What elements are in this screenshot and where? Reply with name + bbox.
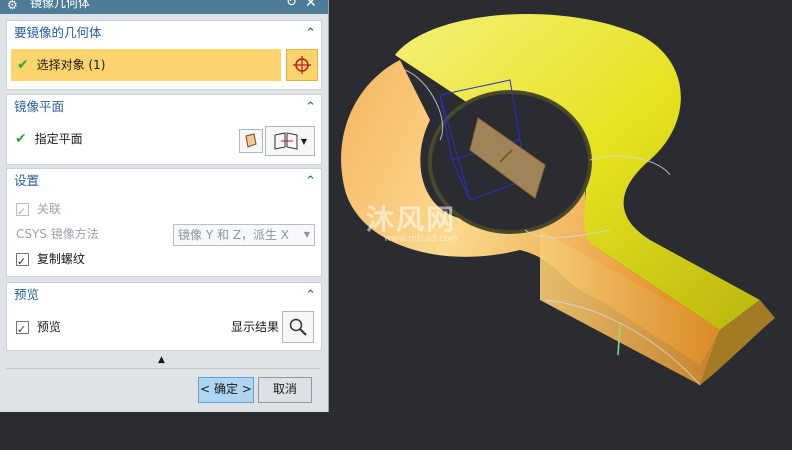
section-plane-header[interactable]: 镜像平面 ⌃ [7,95,321,119]
collapse-arrow-icon[interactable]: ▲ [158,355,165,365]
section-plane-title: 镜像平面 [14,99,65,114]
gear-icon[interactable]: ⚙ [7,0,18,11]
dialog-title: 镜像几何体 [30,0,91,10]
footer-divider [6,368,320,369]
chevron-up-icon[interactable]: ⌃ [305,96,316,120]
section-geometry: 要镜像的几何体 ⌃ ✔ 选择对象 (1) [6,20,322,90]
section-settings: 设置 ⌃ 关联 CSYS 镜像方法 镜像 Y 和 Z，派生 X ▼ 复制螺纹 [6,168,322,277]
ok-button[interactable]: < 确定 > [198,377,254,403]
section-geometry-header[interactable]: 要镜像的几何体 ⌃ [7,21,321,45]
close-icon[interactable]: ✕ [305,0,317,10]
section-settings-title: 设置 [14,173,40,188]
associative-checkbox[interactable] [16,200,29,224]
magnifier-icon[interactable] [282,311,314,343]
select-object-row[interactable]: ✔ 选择对象 (1) [11,49,281,81]
show-result-label: 显示结果 [231,320,280,334]
preview-row: 预览 [16,315,61,342]
mirror-geometry-dialog: ⚙ 镜像几何体 ↻ ✕ 要镜像的几何体 ⌃ ✔ 选择对象 (1) 镜像平面 ⌃ … [0,0,329,412]
preview-checkbox[interactable] [16,318,29,342]
select-object-label: 选择对象 (1) [36,58,106,72]
section-preview: 预览 ⌃ 预览 显示结果 [6,282,322,351]
checkmark-icon: ✔ [17,57,29,73]
chevron-up-icon[interactable]: ⌃ [305,284,316,308]
cancel-button[interactable]: 取消 [258,377,312,403]
preview-label: 预览 [36,320,61,334]
dropdown-arrow-icon[interactable]: ▼ [301,137,307,146]
copy-threads-row: 复制螺纹 [16,247,85,274]
copy-threads-label: 复制螺纹 [36,252,85,266]
checkmark-icon: ✔ [15,131,27,147]
section-plane: 镜像平面 ⌃ ✔ 指定平面 ▼ [6,94,322,165]
crosshair-icon[interactable] [286,49,318,81]
chevron-up-icon[interactable]: ⌃ [305,22,316,46]
dialog-titlebar: ⚙ 镜像几何体 ↻ ✕ [0,0,328,14]
plane-dialog-icon[interactable]: ▼ [265,126,315,156]
csys-method-value: 镜像 Y 和 Z，派生 X [178,228,290,242]
specify-plane-label: 指定平面 [34,132,83,146]
csys-method-select[interactable]: 镜像 Y 和 Z，派生 X ▼ [173,224,315,246]
reset-icon[interactable]: ↻ [286,0,297,9]
dropdown-arrow-icon: ▼ [303,230,310,239]
copy-threads-checkbox[interactable] [16,250,29,274]
section-preview-title: 预览 [14,287,40,302]
section-preview-header[interactable]: 预览 ⌃ [7,283,321,307]
section-settings-header[interactable]: 设置 ⌃ [7,169,321,193]
associative-row: 关联 [16,197,61,224]
section-geometry-title: 要镜像的几何体 [14,25,102,40]
csys-method-label: CSYS 镜像方法 [16,227,99,241]
watermark-brand: 沐风网 [366,203,457,236]
associative-label: 关联 [36,202,61,216]
watermark-url: www.mfcad.com [384,234,459,244]
chevron-up-icon[interactable]: ⌃ [305,170,316,194]
plane-icon[interactable] [239,129,263,153]
specify-plane-row: ✔ 指定平面 [15,127,83,151]
